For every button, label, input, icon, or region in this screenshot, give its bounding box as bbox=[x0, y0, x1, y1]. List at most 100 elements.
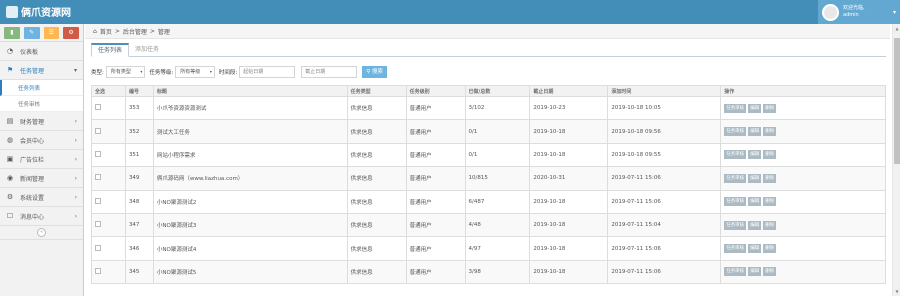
cell-title[interactable]: 测试大工任务 bbox=[152, 119, 348, 144]
cell-type: 供求信息 bbox=[346, 119, 407, 144]
select-cell bbox=[91, 119, 126, 144]
time-label: 时间段: bbox=[218, 70, 238, 76]
task-table: 全选 编号 标题 任务类型 任务级别 已做/总数 截止日期 添加时间 操作 353 小爪爷资源资源… bbox=[91, 85, 886, 285]
users-shortcut-button[interactable]: ☰ bbox=[43, 27, 60, 39]
cell-level: 普通用户 bbox=[405, 212, 466, 238]
start-date-input[interactable]: 起始日期 bbox=[239, 66, 296, 78]
scroll-down-icon[interactable]: ▼ bbox=[893, 289, 900, 294]
edit-button[interactable]: 编辑 bbox=[748, 244, 762, 254]
level-select[interactable]: 所有等级 ▾ bbox=[175, 66, 215, 78]
sidebar-item-2[interactable]: ▤ 财务管理 › bbox=[0, 112, 83, 131]
user-menu[interactable]: 欢迎光临, admin ▾ bbox=[818, 0, 900, 24]
review-button[interactable]: 任务审核 bbox=[724, 244, 747, 254]
double-angle-left-icon: « bbox=[37, 228, 46, 237]
cell-title[interactable]: 小NO聚源测试4 bbox=[152, 236, 348, 261]
row-checkbox[interactable] bbox=[95, 104, 101, 111]
sidebar-item-4[interactable]: ▣ 广告位栏 › bbox=[0, 150, 83, 169]
breadcrumb-home[interactable]: 首页 bbox=[100, 27, 112, 36]
delete-button[interactable]: 删除 bbox=[763, 220, 777, 230]
cell-progress: 3/102 bbox=[464, 95, 531, 121]
column-header: 添加时间 bbox=[607, 85, 722, 97]
actions-cell: 任务审核 编辑 删除 bbox=[720, 142, 886, 168]
cell-title[interactable]: 小爪爷资源资源测试 bbox=[152, 95, 348, 121]
row-checkbox[interactable] bbox=[95, 174, 101, 181]
review-button[interactable]: 任务审核 bbox=[724, 150, 747, 160]
cell-title[interactable]: 小NO聚源测试2 bbox=[152, 189, 348, 214]
dashboard-icon: ◔ bbox=[6, 47, 14, 55]
sidebar-item-label: 消息中心 bbox=[20, 213, 45, 221]
sidebar-item-0[interactable]: ◔ 仪表板 bbox=[0, 42, 83, 61]
select-cell bbox=[91, 95, 126, 121]
chevron-right-icon: › bbox=[74, 193, 77, 201]
row-checkbox[interactable] bbox=[95, 127, 101, 134]
delete-button[interactable]: 删除 bbox=[763, 197, 777, 207]
cell-level: 普通用户 bbox=[405, 189, 466, 214]
cell-title[interactable]: 网站小程序需求 bbox=[152, 142, 348, 168]
cell-level: 普通用户 bbox=[405, 142, 466, 168]
sidebar-subitem-1[interactable]: 任务审核 bbox=[0, 96, 83, 112]
delete-button[interactable]: 删除 bbox=[763, 267, 777, 277]
delete-button[interactable]: 删除 bbox=[763, 244, 777, 254]
tab-task-list[interactable]: 任务列表 bbox=[91, 43, 130, 57]
pencil-shortcut-button[interactable]: ✎ bbox=[23, 27, 40, 39]
review-button[interactable]: 任务审核 bbox=[724, 127, 747, 137]
cell-type: 供求信息 bbox=[346, 259, 407, 285]
sidebar-item-label: 财务管理 bbox=[20, 118, 45, 126]
review-button[interactable]: 任务审核 bbox=[724, 267, 747, 277]
avatar bbox=[822, 3, 839, 21]
edit-button[interactable]: 编辑 bbox=[748, 197, 762, 207]
column-header[interactable]: 全选 bbox=[91, 85, 126, 97]
sidebar-item-3[interactable]: ◍ 会员中心 › bbox=[0, 131, 83, 150]
search-button[interactable]: ⚲ 搜索 bbox=[362, 66, 387, 78]
row-checkbox[interactable] bbox=[95, 221, 101, 228]
sidebar-item-7[interactable]: ☐ 消息中心 › bbox=[0, 207, 83, 226]
chevron-right-icon: › bbox=[74, 117, 77, 125]
sidebar: ▮ ✎ ☰ ⚙ ◔ 仪表板 ⚑ 任务管理 ▾ 任务列表 任务审核 ▤ 财务管理 › ◍ 会员中心 › ▣ 广告位栏… bbox=[0, 24, 84, 296]
end-date-input[interactable]: 截止日期 bbox=[301, 66, 358, 78]
cell-title[interactable]: 俩爪源码网（www.liazhua.com） bbox=[152, 166, 348, 191]
tab-add-task[interactable]: 添加任务 bbox=[129, 43, 165, 56]
sidebar-item-6[interactable]: ⚙ 系统设置 › bbox=[0, 188, 83, 207]
table-row: 348 小NO聚源测试2 供求信息 普通用户 6/487 2019-10-18 2019-0… bbox=[91, 189, 886, 214]
review-button[interactable]: 任务审核 bbox=[724, 197, 747, 207]
edit-button[interactable]: 编辑 bbox=[748, 220, 762, 230]
delete-button[interactable]: 删除 bbox=[763, 127, 777, 137]
sidebar-subitem-0[interactable]: 任务列表 bbox=[0, 80, 83, 96]
edit-button[interactable]: 编辑 bbox=[748, 103, 762, 113]
scroll-up-icon[interactable]: ▲ bbox=[893, 26, 900, 31]
search-button-label: 搜索 bbox=[371, 69, 383, 75]
sidebar-item-5[interactable]: ◉ 新闻管理 › bbox=[0, 169, 83, 188]
actions-cell: 任务审核 编辑 删除 bbox=[720, 236, 886, 261]
row-checkbox[interactable] bbox=[95, 150, 101, 157]
review-button[interactable]: 任务审核 bbox=[724, 103, 747, 113]
type-select[interactable]: 所有类型 ▾ bbox=[105, 66, 146, 78]
chevron-down-icon: ▾ bbox=[140, 69, 143, 74]
breadcrumb-current: 管理 bbox=[157, 28, 170, 36]
cell-deadline: 2019-10-23 bbox=[529, 95, 609, 121]
edit-button[interactable]: 编辑 bbox=[748, 267, 762, 277]
scrollbar-thumb[interactable] bbox=[894, 38, 900, 164]
review-button[interactable]: 任务审核 bbox=[724, 220, 747, 230]
breadcrumb-mid[interactable]: 后台管理 bbox=[123, 27, 147, 36]
review-button[interactable]: 任务审核 bbox=[724, 173, 747, 183]
edit-button[interactable]: 编辑 bbox=[748, 173, 762, 183]
delete-button[interactable]: 删除 bbox=[763, 103, 777, 113]
delete-button[interactable]: 删除 bbox=[763, 173, 777, 183]
cell-title[interactable]: 小NO聚源测试5 bbox=[152, 259, 348, 285]
edit-button[interactable]: 编辑 bbox=[748, 150, 762, 160]
cogs-icon: ⚙ bbox=[68, 29, 74, 36]
row-checkbox[interactable] bbox=[95, 197, 101, 204]
delete-button[interactable]: 删除 bbox=[763, 150, 777, 160]
row-checkbox[interactable] bbox=[95, 244, 101, 251]
page-scrollbar[interactable]: ▲ ▼ bbox=[892, 24, 900, 296]
edit-button[interactable]: 编辑 bbox=[748, 127, 762, 137]
row-checkbox[interactable] bbox=[95, 267, 101, 274]
cogs-shortcut-button[interactable]: ⚙ bbox=[63, 27, 79, 39]
select-cell bbox=[91, 236, 126, 261]
sidebar-collapse-button[interactable]: « bbox=[0, 226, 83, 240]
cell-title[interactable]: 小NO聚源测试3 bbox=[152, 212, 348, 238]
brand[interactable]: 俩爪资源网 bbox=[6, 4, 71, 19]
table-row: 346 小NO聚源测试4 供求信息 普通用户 4/97 2019-10-18 2019-07… bbox=[91, 236, 886, 261]
sidebar-item-1[interactable]: ⚑ 任务管理 ▾ bbox=[0, 61, 83, 80]
signal-shortcut-button[interactable]: ▮ bbox=[4, 27, 20, 39]
